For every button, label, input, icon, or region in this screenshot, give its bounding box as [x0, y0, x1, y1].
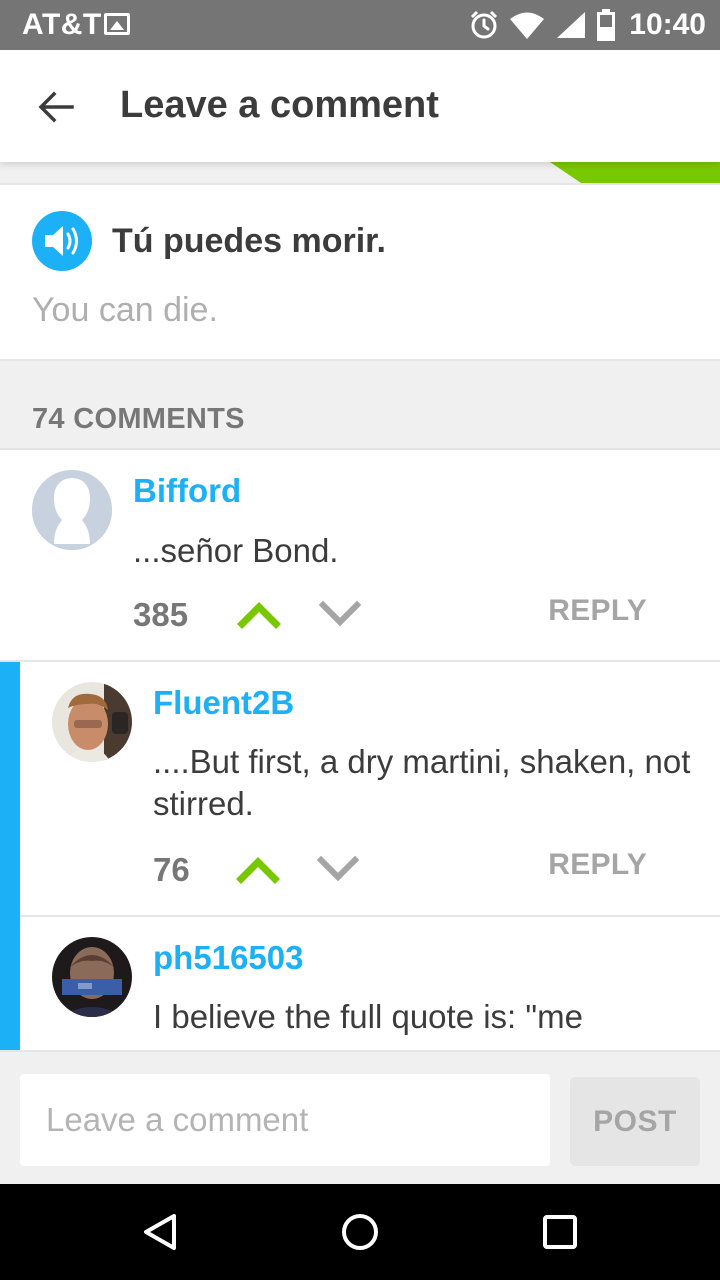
progress-strip: [0, 162, 720, 185]
vote-count: 76: [153, 851, 190, 888]
comment-text: ....But first, a dry martini, shaken, no…: [153, 743, 691, 822]
downvote-icon[interactable]: [316, 853, 360, 885]
avatar[interactable]: [52, 937, 132, 1017]
comment-username[interactable]: ph516503: [153, 939, 303, 977]
post-button[interactable]: POST: [570, 1077, 700, 1166]
strip-green-accent: [550, 162, 720, 183]
comment-username[interactable]: Fluent2B: [153, 684, 294, 722]
alarm-icon: [471, 10, 498, 39]
reply-button[interactable]: REPLY: [548, 594, 647, 628]
wifi-icon: [510, 12, 545, 39]
status-bar: AT&T 10:40: [0, 0, 720, 50]
comment-username[interactable]: Bifford: [133, 472, 241, 510]
comment-text: ...señor Bond.: [133, 532, 339, 569]
carrier-label: AT&T: [22, 8, 102, 41]
nav-home-icon[interactable]: [338, 1210, 382, 1254]
user-photo-icon: [52, 937, 132, 1017]
screen: AT&T 10:40 Leave a comment Tú puedes mor…: [0, 0, 720, 1280]
reply-thread-indicator: [0, 662, 20, 917]
signal-icon: [557, 12, 586, 38]
battery-icon: [597, 9, 616, 41]
page-title: Leave a comment: [120, 84, 439, 126]
upvote-icon[interactable]: [236, 853, 280, 885]
status-icons: 10:40: [469, 0, 706, 50]
sentence-translation: You can die.: [32, 291, 218, 329]
nav-recent-apps-icon[interactable]: [538, 1210, 582, 1254]
play-audio-button[interactable]: [32, 211, 92, 271]
comment-item: Bifford ...señor Bond. 385 REPLY: [0, 450, 720, 662]
comment-input-bar: POST: [0, 1050, 720, 1184]
downvote-icon[interactable]: [318, 598, 362, 630]
sentence-text: Tú puedes morir.: [112, 222, 386, 260]
reply-thread-indicator: [0, 917, 20, 1050]
app-bar: Leave a comment: [0, 50, 720, 162]
comment-input[interactable]: [20, 1074, 550, 1166]
comments-header: 74 COMMENTS: [0, 361, 720, 450]
nav-back-icon[interactable]: [138, 1210, 182, 1254]
user-photo-icon: [52, 682, 132, 762]
upvote-icon[interactable]: [237, 598, 281, 630]
comment-item: Fluent2B ....But first, a dry martini, s…: [0, 662, 720, 917]
avatar[interactable]: [52, 682, 132, 762]
gallery-icon: [104, 13, 130, 35]
speaker-icon: [45, 226, 78, 256]
navigation-bar: [0, 1184, 720, 1280]
sentence-card: Tú puedes morir. You can die.: [0, 185, 720, 361]
avatar[interactable]: [32, 470, 112, 550]
comment-text: I believe the full quote is: "me: [153, 998, 583, 1035]
comments-count: 74 COMMENTS: [32, 403, 245, 435]
reply-button[interactable]: REPLY: [548, 848, 647, 882]
arrow-left-icon[interactable]: [34, 85, 78, 129]
comments-list[interactable]: Bifford ...señor Bond. 385 REPLY Fluent2…: [0, 450, 720, 1050]
vote-count: 385: [133, 596, 189, 633]
comment-item: ph516503 I believe the full quote is: "m…: [0, 917, 720, 1050]
clock: 10:40: [629, 8, 706, 41]
default-avatar-icon: [32, 470, 112, 550]
